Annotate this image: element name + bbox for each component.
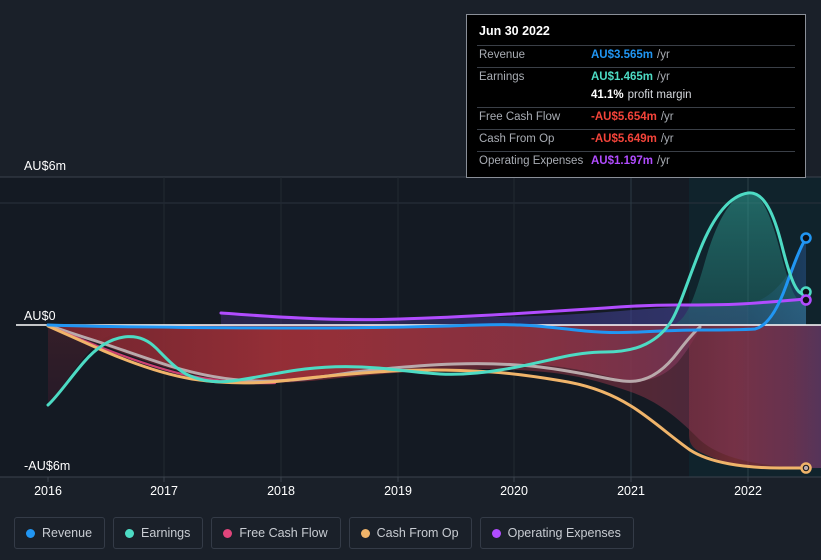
x-axis-label-2019: 2019 [384, 484, 412, 498]
tooltip-date: Jun 30 2022 [479, 24, 550, 38]
tooltip-unit-cash-from-op: /yr [660, 133, 674, 145]
legend-item-earnings[interactable]: Earnings [113, 517, 204, 549]
tooltip-label-earnings: Earnings [479, 71, 525, 83]
y-axis-label-zero: AU$0 [24, 309, 56, 323]
legend-label-cash-from-op: Cash From Op [376, 525, 459, 540]
legend-dot-free-cash-flow [223, 528, 233, 538]
x-axis-label-2016: 2016 [34, 484, 62, 498]
endpoint-free-cash-flow [803, 465, 809, 471]
tooltip-label-operating-expenses: Operating Expenses [479, 155, 584, 167]
x-axis-label-2022: 2022 [734, 484, 762, 498]
tooltip-unit-free-cash-flow: /yr [660, 111, 674, 123]
legend-item-cash-from-op[interactable]: Cash From Op [348, 517, 472, 549]
legend-label-free-cash-flow: Free Cash Flow [239, 525, 328, 540]
endpoint-operating-expenses [800, 294, 812, 306]
legend-item-revenue[interactable]: Revenue [14, 517, 106, 549]
tooltip-unit-revenue: /yr [657, 49, 670, 61]
legend-item-free-cash-flow[interactable]: Free Cash Flow [211, 517, 341, 549]
x-axis-label-2021: 2021 [617, 484, 645, 498]
tooltip-value-operating-expenses: AU$1.197m [591, 155, 654, 167]
y-axis-label-bottom: -AU$6m [24, 459, 71, 473]
tooltip-row-revenue: Revenue AU$3.565m /yr [477, 45, 795, 67]
tooltip-row-operating-expenses: Operating Expenses AU$1.197m /yr [477, 151, 795, 173]
legend-label-revenue: Revenue [42, 525, 93, 540]
tooltip-label-cash-from-op: Cash From Op [479, 133, 555, 145]
legend-dot-operating-expenses [491, 528, 501, 538]
tooltip-value-profit-margin: 41.1% [591, 89, 624, 101]
financial-chart: AU$6m AU$0 -AU$6m 2016 2017 2018 2019 20… [0, 0, 821, 560]
tooltip-unit-operating-expenses: /yr [657, 155, 670, 167]
tooltip-row-cash-from-op: Cash From Op -AU$5.649m /yr [477, 129, 795, 151]
endpoint-revenue [800, 232, 812, 244]
legend-dot-cash-from-op [360, 528, 370, 538]
legend-label-operating-expenses: Operating Expenses [507, 525, 621, 540]
tooltip-value-free-cash-flow: -AU$5.654m [591, 111, 657, 123]
tooltip-note-profit-margin: profit margin [627, 89, 692, 101]
tooltip-label-free-cash-flow: Free Cash Flow [479, 111, 561, 123]
x-axis-label-2020: 2020 [500, 484, 528, 498]
tooltip-row-profit-margin: 41.1% profit margin [477, 89, 795, 107]
legend-item-operating-expenses[interactable]: Operating Expenses [479, 517, 634, 549]
tooltip-label-revenue: Revenue [479, 49, 526, 61]
x-axis-label-2018: 2018 [267, 484, 295, 498]
chart-legend: Revenue Earnings Free Cash Flow Cash Fro… [14, 517, 634, 549]
chart-tooltip: Jun 30 2022 Revenue AU$3.565m /yr Earnin… [466, 14, 806, 178]
legend-dot-revenue [26, 528, 35, 538]
tooltip-value-cash-from-op: -AU$5.649m [591, 133, 657, 145]
x-axis-label-2017: 2017 [150, 484, 178, 498]
tooltip-unit-earnings: /yr [657, 71, 670, 83]
legend-label-earnings: Earnings [141, 525, 191, 540]
y-axis-label-top: AU$6m [24, 159, 67, 173]
legend-dot-earnings [125, 528, 135, 538]
tooltip-value-revenue: AU$3.565m [591, 49, 654, 61]
tooltip-row-earnings: Earnings AU$1.465m /yr [477, 67, 795, 89]
tooltip-row-free-cash-flow: Free Cash Flow -AU$5.654m /yr [477, 107, 795, 129]
tooltip-value-earnings: AU$1.465m [591, 71, 654, 83]
